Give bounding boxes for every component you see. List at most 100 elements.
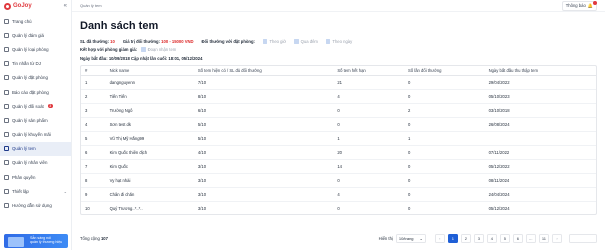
- sidebar-item[interactable]: Hướng dẫn sử dụng: [0, 198, 71, 212]
- table-row[interactable]: 2 Tiến Tiến 8/10 4 0 05/10/2023: [81, 89, 596, 104]
- notification-button[interactable]: Thông báo 🔔: [561, 0, 597, 11]
- table-row[interactable]: 10 Quý Trương..*..*.. 3/10 0 0 05/12/2024: [81, 201, 596, 214]
- table-cell: 0: [404, 145, 485, 161]
- table-cell: 0: [404, 117, 485, 132]
- table-row[interactable]: 7 Kim Quốc 3/10 14 0 05/12/2022: [81, 159, 596, 175]
- sidebar-item[interactable]: Quản lý đặt phòng: [0, 71, 71, 85]
- table-cell: Quý Trương..*..*..: [105, 201, 194, 214]
- table-cell: 0: [404, 201, 485, 214]
- sidebar-item[interactable]: Quản lý loại phòng: [0, 42, 71, 56]
- sidebar-item[interactable]: Quản lý sản phẩm: [0, 113, 71, 127]
- table-cell: 4: [81, 117, 106, 132]
- table-cell: 4: [333, 187, 405, 203]
- page-button[interactable]: 3: [473, 233, 484, 243]
- breadcrumb[interactable]: Quản lý tem: [80, 3, 102, 8]
- table-row[interactable]: 3 Trường Ngô 6/10 0 2 03/10/2018: [81, 103, 596, 118]
- booking-icon: [4, 75, 9, 81]
- sidebar-item-label: Quản lý khuyến mãi: [12, 132, 51, 138]
- next-page-button[interactable]: ›: [552, 233, 562, 243]
- table-cell: Kim Quốc: [105, 159, 194, 175]
- option-daily[interactable]: Theo ngày: [325, 39, 352, 44]
- table-row[interactable]: 1 dangnguyenn 7/10 21 0 29/04/2022: [81, 75, 596, 90]
- table-cell: 10: [81, 201, 106, 214]
- prev-page-button[interactable]: ‹: [434, 233, 445, 243]
- page-button[interactable]: 6: [512, 233, 523, 243]
- table-cell: 0: [404, 159, 485, 175]
- table-row[interactable]: 8 Vy hạt nhài 3/10 0 0 08/11/2024: [81, 173, 596, 189]
- table-row[interactable]: 6 Kim Quốc thiên địch 4/10 20 0 07/11/2022: [81, 145, 596, 161]
- table-cell: 0: [333, 117, 405, 132]
- sidebar-item[interactable]: Quản lý đối soát 3: [0, 99, 71, 113]
- promo-icon: [4, 132, 9, 138]
- table-cell: 3/10: [193, 173, 334, 189]
- table-cell: Chân đi chăn: [105, 187, 194, 203]
- option-hourly[interactable]: Theo giờ: [262, 39, 286, 44]
- per-page-select[interactable]: 10/trang ⌄: [395, 233, 426, 243]
- table-cell: 1: [333, 131, 405, 146]
- column-header: Ngày bắt đầu thu thập tem: [484, 66, 596, 76]
- table-cell: 05/12/2024: [484, 201, 596, 214]
- table-cell: 0: [404, 89, 485, 104]
- stat-value-value: 100 - 15000 VND: [161, 39, 194, 44]
- table-cell: 0: [333, 173, 405, 189]
- page-jump-input[interactable]: [569, 233, 597, 243]
- table-cell: 6: [81, 145, 106, 161]
- promo-banner[interactable]: Sẵn sàng nói quản lý thương hiệu: [4, 234, 68, 248]
- sidebar-item[interactable]: Thiết lập ⌄: [0, 184, 71, 198]
- table-row[interactable]: 9 Chân đi chăn 3/10 4 0 24/04/2024: [81, 187, 596, 203]
- table-cell: 7/10: [193, 75, 334, 90]
- page-button[interactable]: 11: [538, 233, 549, 243]
- stat-redeemed-value: 10: [110, 39, 115, 44]
- sidebar-item[interactable]: Quản lý đám giá: [0, 28, 71, 42]
- stamp-table: # Nick name Số tem hiện có / SL đủ đổi thư…: [81, 66, 596, 214]
- combine-option[interactable]: Đoạn nhận tem: [141, 47, 176, 52]
- table-cell: 0: [333, 201, 405, 214]
- app-root: GoJoy « Trang chủ Quản lý đám giá Quản lý …: [0, 0, 605, 250]
- table-cell: 8: [81, 173, 106, 189]
- page-button[interactable]: 1: [447, 233, 458, 243]
- sidebar-item-label: Quản lý sản phẩm: [12, 117, 48, 123]
- table-cell: 24/04/2024: [484, 187, 596, 203]
- table-cell: 7: [81, 159, 106, 175]
- column-header: Nick name: [105, 66, 194, 76]
- total-count: Tổng cộng 107: [80, 236, 108, 241]
- content: Danh sách tem SL đã thưởng: 10 Giá trị đ…: [72, 20, 605, 215]
- sidebar-item[interactable]: Quản lý tem: [0, 141, 71, 156]
- staff-icon: [4, 160, 9, 166]
- sidebar: GoJoy « Trang chủ Quản lý đám giá Quản lý …: [0, 0, 72, 250]
- collapse-sidebar-icon[interactable]: «: [64, 3, 67, 9]
- sidebar-item[interactable]: Quản lý nhân viên: [0, 156, 71, 170]
- page-button[interactable]: 2: [460, 233, 471, 243]
- column-header: #: [81, 66, 106, 76]
- page-button[interactable]: 5: [499, 233, 510, 243]
- option-overnight[interactable]: Qua đêm: [294, 39, 318, 44]
- product-icon: [4, 117, 9, 123]
- page-button[interactable]: ...: [525, 233, 536, 243]
- total-value: 107: [100, 235, 108, 241]
- promo-line-2: quản lý thương hiệu: [30, 240, 63, 245]
- table-cell: Kim Quốc thiên địch: [105, 145, 194, 161]
- table-row[interactable]: 5 Vũ Thị Mỹ Hằng99 5/10 1 1: [81, 131, 596, 146]
- table-cell: 08/11/2024: [484, 173, 596, 189]
- brand-logo[interactable]: GoJoy: [4, 2, 32, 10]
- table-row[interactable]: 4 Sơn test dk 5/10 0 0 26/08/2024: [81, 117, 596, 132]
- notification-dot: [593, 0, 597, 5]
- sidebar-item[interactable]: Trang chủ: [0, 14, 71, 28]
- sidebar-item-label: Quản lý đối soát: [12, 103, 44, 109]
- stat-method-label: Đổi thưởng với đặt phòng:: [201, 39, 255, 44]
- sidebar-item-label: Quản lý đặt phòng: [12, 75, 48, 81]
- message-icon: [4, 61, 9, 67]
- table-cell: 0: [404, 75, 485, 90]
- dates-info: Ngày bắt đầu: 10/09/2018 Cập nhật lần cu…: [80, 56, 203, 61]
- sidebar-item[interactable]: Tin nhắn từ DJ: [0, 57, 71, 71]
- sidebar-item[interactable]: Phân quyền: [0, 170, 71, 184]
- reconcile-icon: [4, 103, 9, 109]
- pagination: Hiển thị 10/trang ⌄ ‹ 1 2 3 4 5 6... 11 ›: [379, 233, 597, 243]
- page-list: 1 2 3 4 5 6... 11: [447, 233, 549, 243]
- page-button[interactable]: 4: [486, 233, 497, 243]
- stats-row: SL đã thưởng: 10 Giá trị đổi thưởng: 100…: [80, 39, 597, 44]
- table-cell: 1: [404, 131, 485, 146]
- stat-redeemed-label: SL đã thưởng:: [80, 39, 109, 44]
- sidebar-item[interactable]: Báo cáo đặt phòng: [0, 85, 71, 99]
- sidebar-item[interactable]: Quản lý khuyến mãi: [0, 128, 71, 142]
